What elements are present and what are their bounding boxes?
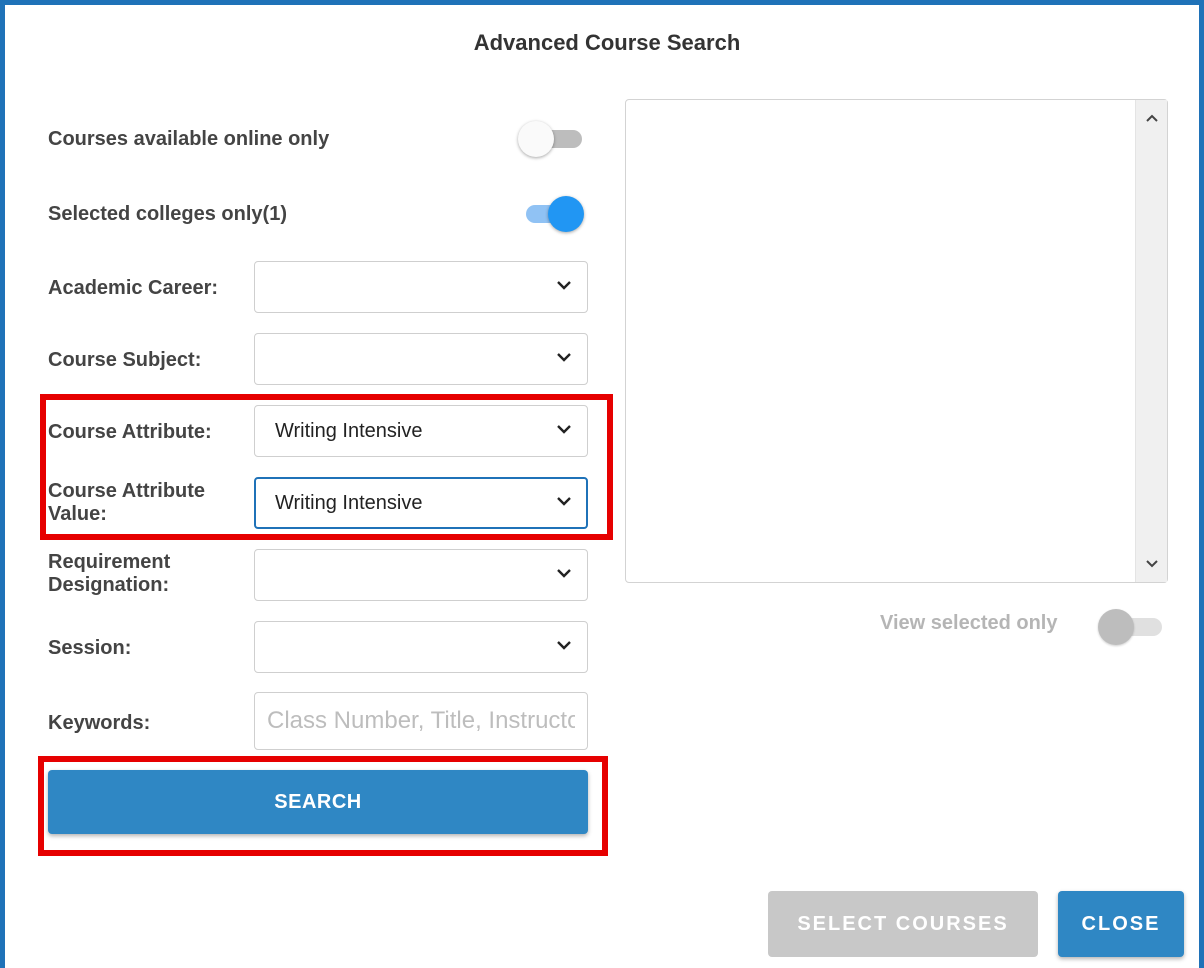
view-selected-label: View selected only — [880, 612, 1058, 634]
online-only-toggle[interactable] — [518, 118, 586, 158]
course-attribute-value-select[interactable]: Writing Intensive — [254, 477, 588, 529]
keywords-input[interactable] — [254, 692, 588, 750]
label-line: Course Attribute — [48, 480, 206, 502]
toggle-thumb — [1098, 609, 1134, 645]
select-value: Writing Intensive — [275, 492, 423, 514]
course-attribute-select[interactable]: Writing Intensive — [254, 405, 588, 457]
session-select[interactable] — [254, 621, 588, 673]
list-scrollbar[interactable] — [1135, 100, 1167, 582]
chevron-up-icon[interactable] — [1144, 110, 1160, 126]
course-subject-select[interactable] — [254, 333, 588, 385]
label-line: Value: — [48, 503, 107, 525]
label-line: Designation: — [48, 574, 170, 596]
label-line: Requirement — [48, 551, 171, 573]
chevron-down-icon — [557, 353, 571, 362]
select-value: Writing Intensive — [275, 420, 423, 442]
toggle-thumb — [548, 196, 584, 232]
keywords-label: Keywords: — [48, 712, 151, 734]
selected-colleges-label: Selected colleges only(1) — [48, 203, 287, 225]
online-only-label: Courses available online only — [48, 128, 330, 150]
course-attribute-label: Course Attribute: — [48, 421, 212, 443]
chevron-down-icon — [557, 569, 571, 578]
course-attribute-value-label: Course Attribute Value: — [48, 480, 205, 526]
toggle-thumb — [518, 121, 554, 157]
academic-career-label: Academic Career: — [48, 277, 219, 299]
chevron-down-icon — [557, 497, 571, 506]
chevron-down-icon — [557, 425, 571, 434]
view-selected-toggle[interactable] — [1098, 606, 1166, 646]
course-results-list[interactable] — [625, 99, 1168, 583]
academic-career-select[interactable] — [254, 261, 588, 313]
chevron-down-icon[interactable] — [1144, 556, 1160, 572]
requirement-designation-label: Requirement Designation: — [48, 551, 170, 597]
chevron-down-icon — [557, 641, 571, 650]
search-button[interactable]: SEARCH — [48, 770, 588, 834]
chevron-down-icon — [557, 281, 571, 290]
selected-colleges-toggle[interactable] — [518, 193, 586, 233]
requirement-designation-select[interactable] — [254, 549, 588, 601]
select-courses-button[interactable]: SELECT COURSES — [768, 891, 1038, 957]
close-button[interactable]: CLOSE — [1058, 891, 1184, 957]
dialog-title: Advanced Course Search — [473, 30, 741, 55]
session-label: Session: — [48, 637, 132, 659]
course-subject-label: Course Subject: — [48, 349, 202, 371]
